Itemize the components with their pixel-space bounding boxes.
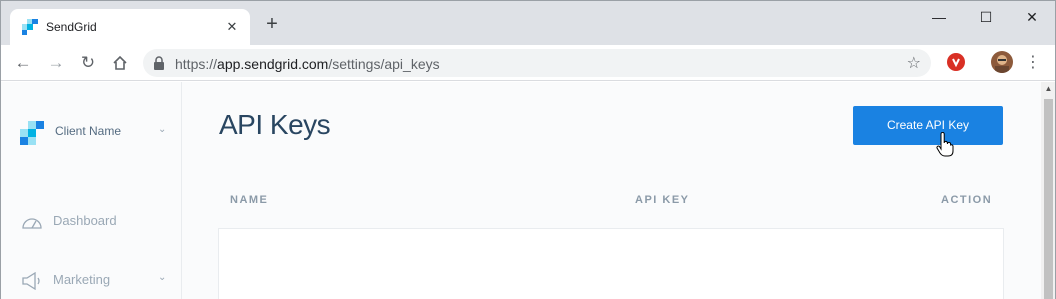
column-header-action: ACTION bbox=[941, 194, 993, 206]
sendgrid-favicon-icon bbox=[22, 19, 38, 35]
sidebar-item-marketing[interactable]: Marketing bbox=[21, 270, 171, 292]
browser-window: SendGrid ✕ + — ☐ ✕ ← → ↻ https://app.sen… bbox=[0, 0, 1056, 299]
tab-close-icon[interactable]: ✕ bbox=[222, 17, 242, 37]
column-header-api-key: API KEY bbox=[635, 194, 690, 206]
browser-tab[interactable]: SendGrid ✕ bbox=[10, 9, 250, 45]
url-path: /settings/api_keys bbox=[328, 56, 440, 72]
reload-icon[interactable]: ↻ bbox=[76, 51, 100, 75]
lock-icon bbox=[154, 56, 164, 70]
extension-icon[interactable] bbox=[947, 53, 965, 71]
tab-strip: SendGrid ✕ + — ☐ ✕ bbox=[1, 1, 1055, 45]
maximize-button[interactable]: ☐ bbox=[963, 3, 1009, 31]
sidebar-item-label: Marketing bbox=[53, 272, 111, 287]
scroll-thumb[interactable] bbox=[1044, 99, 1053, 299]
url-text: https://app.sendgrid.com/settings/api_ke… bbox=[175, 56, 440, 72]
sidebar: Client Name ⌄ Dashboard Marketing ⌄ bbox=[1, 82, 182, 299]
account-switcher[interactable]: Client Name bbox=[55, 124, 121, 138]
forward-arrow-icon[interactable]: → bbox=[44, 51, 68, 75]
column-header-name: NAME bbox=[230, 194, 269, 206]
url-host: app.sendgrid.com bbox=[217, 56, 329, 72]
back-arrow-icon[interactable]: ← bbox=[11, 51, 35, 75]
main-content: API Keys Create API Key NAME API KEY ACT… bbox=[183, 82, 1041, 299]
megaphone-icon bbox=[22, 272, 40, 290]
new-tab-button[interactable]: + bbox=[263, 14, 281, 34]
chevron-down-icon[interactable]: ⌄ bbox=[158, 124, 166, 135]
sendgrid-logo-icon[interactable] bbox=[20, 121, 44, 145]
gauge-icon bbox=[22, 218, 42, 229]
sidebar-item-label: Dashboard bbox=[53, 213, 117, 228]
browser-toolbar: ← → ↻ https://app.sendgrid.com/settings/… bbox=[1, 45, 1055, 81]
address-bar[interactable]: https://app.sendgrid.com/settings/api_ke… bbox=[143, 49, 931, 77]
minimize-button[interactable]: — bbox=[916, 3, 962, 31]
tab-title: SendGrid bbox=[46, 20, 97, 34]
chevron-down-icon[interactable]: ⌄ bbox=[158, 272, 166, 283]
hand-cursor-icon bbox=[936, 132, 954, 157]
api-keys-table bbox=[218, 228, 1004, 299]
create-api-key-button[interactable]: Create API Key bbox=[853, 106, 1003, 145]
close-window-button[interactable]: ✕ bbox=[1009, 3, 1055, 31]
sidebar-item-dashboard[interactable]: Dashboard bbox=[21, 211, 171, 233]
home-icon[interactable] bbox=[108, 51, 132, 75]
scroll-up-arrow-icon[interactable]: ▲ bbox=[1041, 84, 1055, 96]
page-scrollbar[interactable]: ▲ bbox=[1041, 82, 1055, 299]
browser-menu-icon[interactable]: ⋮ bbox=[1025, 51, 1041, 75]
url-scheme: https:// bbox=[175, 56, 218, 72]
bookmark-star-icon[interactable]: ☆ bbox=[907, 53, 921, 73]
page-title: API Keys bbox=[219, 109, 331, 140]
app-page: Client Name ⌄ Dashboard Marketing ⌄ API … bbox=[1, 82, 1041, 299]
profile-avatar[interactable] bbox=[991, 51, 1013, 73]
